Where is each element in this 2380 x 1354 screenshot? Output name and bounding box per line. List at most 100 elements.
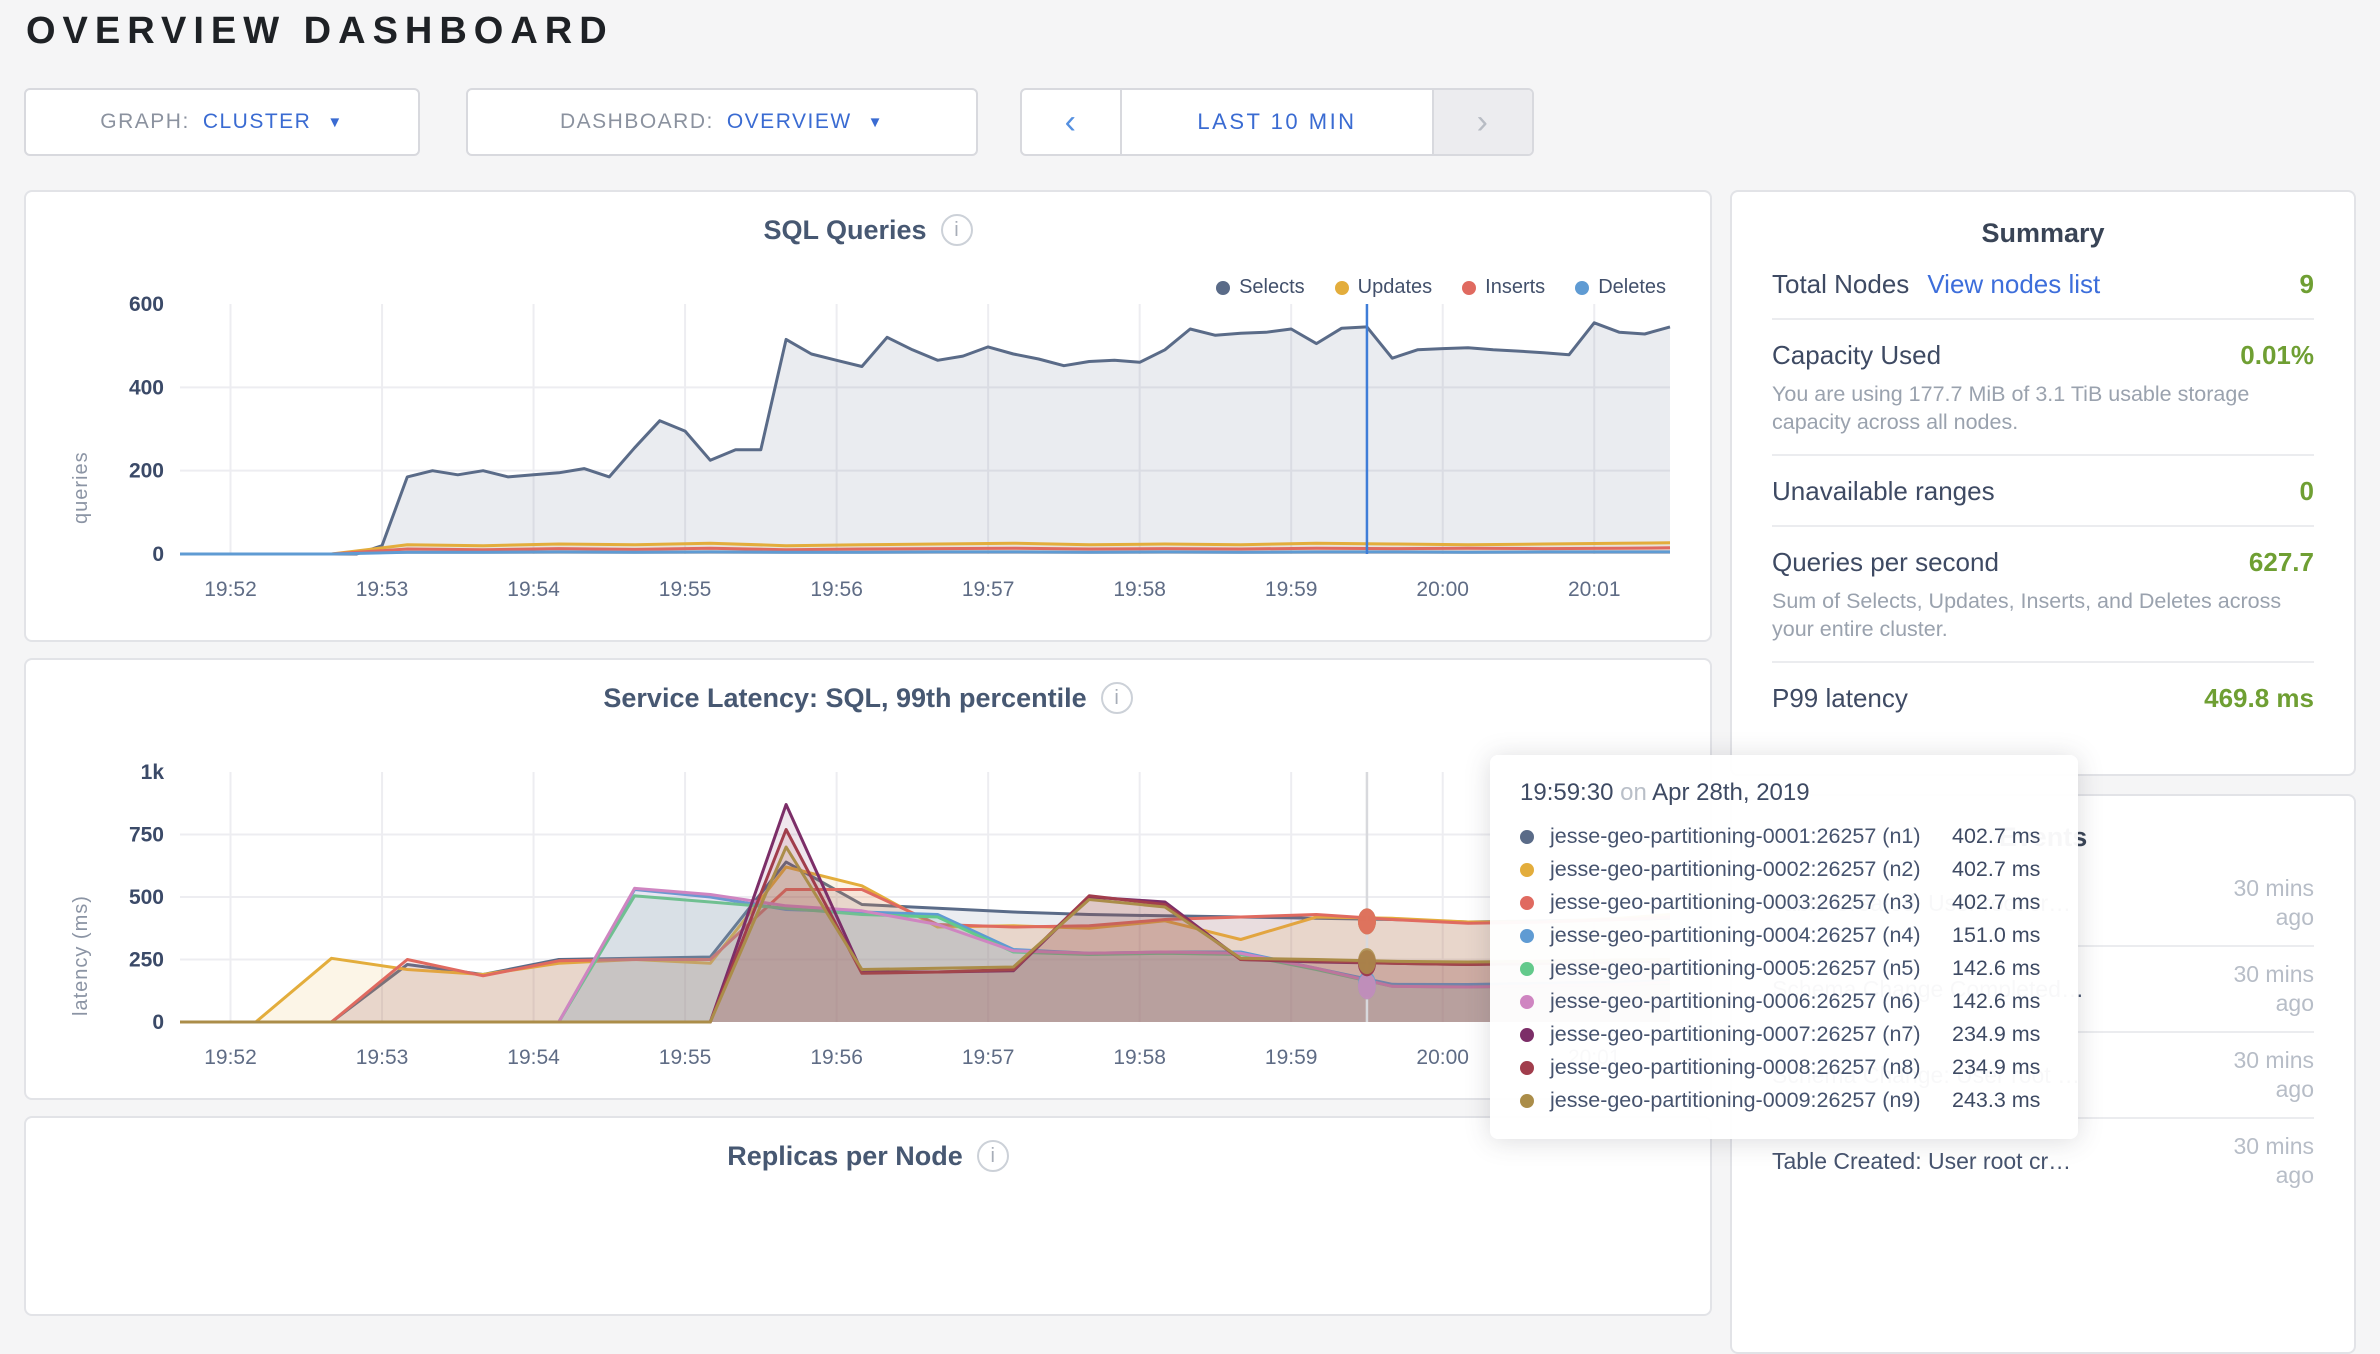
svg-text:20:00: 20:00 bbox=[1416, 1046, 1469, 1069]
svg-text:20:01: 20:01 bbox=[1568, 578, 1621, 601]
summary-row: Total Nodes View nodes list 9 bbox=[1772, 249, 2314, 320]
graph-dropdown[interactable]: GRAPH: CLUSTER ▼ bbox=[24, 88, 420, 156]
svg-text:19:57: 19:57 bbox=[962, 578, 1015, 601]
summary-row-value: 0 bbox=[2300, 476, 2314, 507]
dashboard-dropdown-label: DASHBOARD: bbox=[560, 110, 714, 134]
svg-text:19:59: 19:59 bbox=[1265, 1046, 1318, 1069]
time-range-label[interactable]: LAST 10 MIN bbox=[1122, 90, 1432, 154]
summary-row-label: Total Nodes bbox=[1772, 269, 1909, 300]
summary-title: Summary bbox=[1772, 192, 2314, 249]
service-latency-title: Service Latency: SQL, 99th percentile bbox=[603, 683, 1086, 714]
summary-row-label: Capacity Used bbox=[1772, 340, 1941, 371]
tooltip-node-value: 402.7 ms bbox=[1952, 857, 2040, 882]
info-icon[interactable]: i bbox=[977, 1140, 1009, 1172]
tooltip-node-name: jesse-geo-partitioning-0001:26257 (n1) bbox=[1550, 824, 1952, 849]
svg-text:19:52: 19:52 bbox=[204, 1046, 257, 1069]
chevron-left-icon: ‹ bbox=[1065, 103, 1078, 142]
graph-dropdown-value: CLUSTER bbox=[203, 110, 312, 134]
summary-row: Queries per second 627.7 Sum of Selects,… bbox=[1772, 527, 2314, 663]
tooltip-node-value: 402.7 ms bbox=[1952, 824, 2040, 849]
svg-text:500: 500 bbox=[129, 886, 164, 909]
sql-queries-panel: SQL Queries i SelectsUpdatesInsertsDelet… bbox=[24, 190, 1712, 642]
tooltip-row: jesse-geo-partitioning-0004:26257 (n4) 1… bbox=[1520, 919, 2048, 952]
svg-text:600: 600 bbox=[129, 293, 164, 316]
tooltip-node-value: 243.3 ms bbox=[1952, 1088, 2040, 1113]
summary-row-value: 627.7 bbox=[2249, 547, 2314, 578]
series-dot-icon bbox=[1520, 1028, 1534, 1042]
tooltip-node-name: jesse-geo-partitioning-0007:26257 (n7) bbox=[1550, 1022, 1952, 1047]
sql-queries-title: SQL Queries bbox=[763, 215, 926, 246]
tooltip-node-name: jesse-geo-partitioning-0005:26257 (n5) bbox=[1550, 956, 1952, 981]
tooltip-row: jesse-geo-partitioning-0008:26257 (n8) 2… bbox=[1520, 1051, 2048, 1084]
svg-text:19:54: 19:54 bbox=[507, 1046, 560, 1069]
time-range-next-button[interactable]: › bbox=[1432, 90, 1532, 154]
tooltip-node-value: 234.9 ms bbox=[1952, 1055, 2040, 1080]
caret-down-icon: ▼ bbox=[327, 114, 343, 131]
svg-text:19:56: 19:56 bbox=[810, 578, 863, 601]
summary-row-value: 9 bbox=[2300, 269, 2314, 300]
time-range-selector: ‹ LAST 10 MIN › bbox=[1020, 88, 1534, 156]
tooltip-row: jesse-geo-partitioning-0001:26257 (n1) 4… bbox=[1520, 820, 2048, 853]
series-dot-icon bbox=[1520, 962, 1534, 976]
summary-row-value: 0.01% bbox=[2240, 340, 2314, 371]
svg-text:19:55: 19:55 bbox=[659, 578, 712, 601]
dashboard-dropdown[interactable]: DASHBOARD: OVERVIEW ▼ bbox=[466, 88, 978, 156]
series-dot-icon bbox=[1520, 995, 1534, 1009]
service-latency-panel: Service Latency: SQL, 99th percentile i … bbox=[24, 658, 1712, 1100]
event-time: 30 mins ago bbox=[2194, 874, 2314, 932]
svg-text:19:57: 19:57 bbox=[962, 1046, 1015, 1069]
series-dot-icon bbox=[1520, 1094, 1534, 1108]
summary-row-value: 469.8 ms bbox=[2204, 683, 2314, 714]
svg-text:750: 750 bbox=[129, 824, 164, 847]
summary-panel: Summary Total Nodes View nodes list 9 Ca… bbox=[1730, 190, 2356, 776]
tooltip-row: jesse-geo-partitioning-0006:26257 (n6) 1… bbox=[1520, 985, 2048, 1018]
service-latency-plot[interactable]: 19:5219:5319:5419:5519:5619:5719:5819:59… bbox=[90, 760, 1690, 1096]
sql-queries-plot[interactable]: 19:5219:5319:5419:5519:5619:5719:5819:59… bbox=[90, 292, 1690, 628]
svg-text:19:58: 19:58 bbox=[1113, 1046, 1166, 1069]
event-time: 30 mins ago bbox=[2194, 1046, 2314, 1104]
tooltip-node-name: jesse-geo-partitioning-0002:26257 (n2) bbox=[1550, 857, 1952, 882]
tooltip-row: jesse-geo-partitioning-0002:26257 (n2) 4… bbox=[1520, 853, 2048, 886]
svg-text:200: 200 bbox=[129, 460, 164, 483]
tooltip-node-value: 234.9 ms bbox=[1952, 1022, 2040, 1047]
tooltip-node-value: 142.6 ms bbox=[1952, 956, 2040, 981]
info-icon[interactable]: i bbox=[1101, 682, 1133, 714]
dashboard-dropdown-value: OVERVIEW bbox=[727, 110, 852, 134]
svg-text:250: 250 bbox=[129, 949, 164, 972]
tooltip-node-name: jesse-geo-partitioning-0004:26257 (n4) bbox=[1550, 923, 1952, 948]
tooltip-row: jesse-geo-partitioning-0007:26257 (n7) 2… bbox=[1520, 1018, 2048, 1051]
chart-hover-tooltip: 19:59:30 on Apr 28th, 2019 jesse-geo-par… bbox=[1490, 755, 2078, 1139]
graph-dropdown-label: GRAPH: bbox=[100, 110, 190, 134]
summary-rows: Total Nodes View nodes list 9 Capacity U… bbox=[1772, 249, 2314, 732]
time-range-prev-button[interactable]: ‹ bbox=[1022, 90, 1122, 154]
view-nodes-list-link[interactable]: View nodes list bbox=[1927, 269, 2100, 300]
info-icon[interactable]: i bbox=[941, 214, 973, 246]
replicas-per-node-title: Replicas per Node bbox=[727, 1141, 963, 1172]
svg-text:0: 0 bbox=[152, 1011, 164, 1034]
summary-row-label: Queries per second bbox=[1772, 547, 1999, 578]
svg-text:19:58: 19:58 bbox=[1113, 578, 1166, 601]
summary-row-label: Unavailable ranges bbox=[1772, 476, 1995, 507]
tooltip-node-name: jesse-geo-partitioning-0006:26257 (n6) bbox=[1550, 989, 1952, 1014]
series-dot-icon bbox=[1520, 830, 1534, 844]
event-time: 30 mins ago bbox=[2194, 1132, 2314, 1190]
svg-text:19:56: 19:56 bbox=[810, 1046, 863, 1069]
svg-text:19:54: 19:54 bbox=[507, 578, 560, 601]
svg-text:0: 0 bbox=[152, 543, 164, 566]
series-dot-icon bbox=[1520, 863, 1534, 877]
tooltip-node-name: jesse-geo-partitioning-0009:26257 (n9) bbox=[1550, 1088, 1952, 1113]
tooltip-row: jesse-geo-partitioning-0003:26257 (n3) 4… bbox=[1520, 886, 2048, 919]
page-title: OVERVIEW DASHBOARD bbox=[26, 10, 614, 53]
summary-row-label: P99 latency bbox=[1772, 683, 1908, 714]
summary-row-caption: Sum of Selects, Updates, Inserts, and De… bbox=[1772, 587, 2314, 643]
tooltip-timestamp: 19:59:30 on Apr 28th, 2019 bbox=[1520, 779, 2048, 807]
event-time: 30 mins ago bbox=[2194, 960, 2314, 1018]
tooltip-row: jesse-geo-partitioning-0009:26257 (n9) 2… bbox=[1520, 1084, 2048, 1117]
summary-row: Unavailable ranges 0 bbox=[1772, 456, 2314, 527]
caret-down-icon: ▼ bbox=[868, 114, 884, 131]
svg-text:1k: 1k bbox=[141, 761, 165, 784]
svg-text:19:52: 19:52 bbox=[204, 578, 257, 601]
series-dot-icon bbox=[1520, 1061, 1534, 1075]
tooltip-node-value: 142.6 ms bbox=[1952, 989, 2040, 1014]
summary-row-caption: You are using 177.7 MiB of 3.1 TiB usabl… bbox=[1772, 380, 2314, 436]
